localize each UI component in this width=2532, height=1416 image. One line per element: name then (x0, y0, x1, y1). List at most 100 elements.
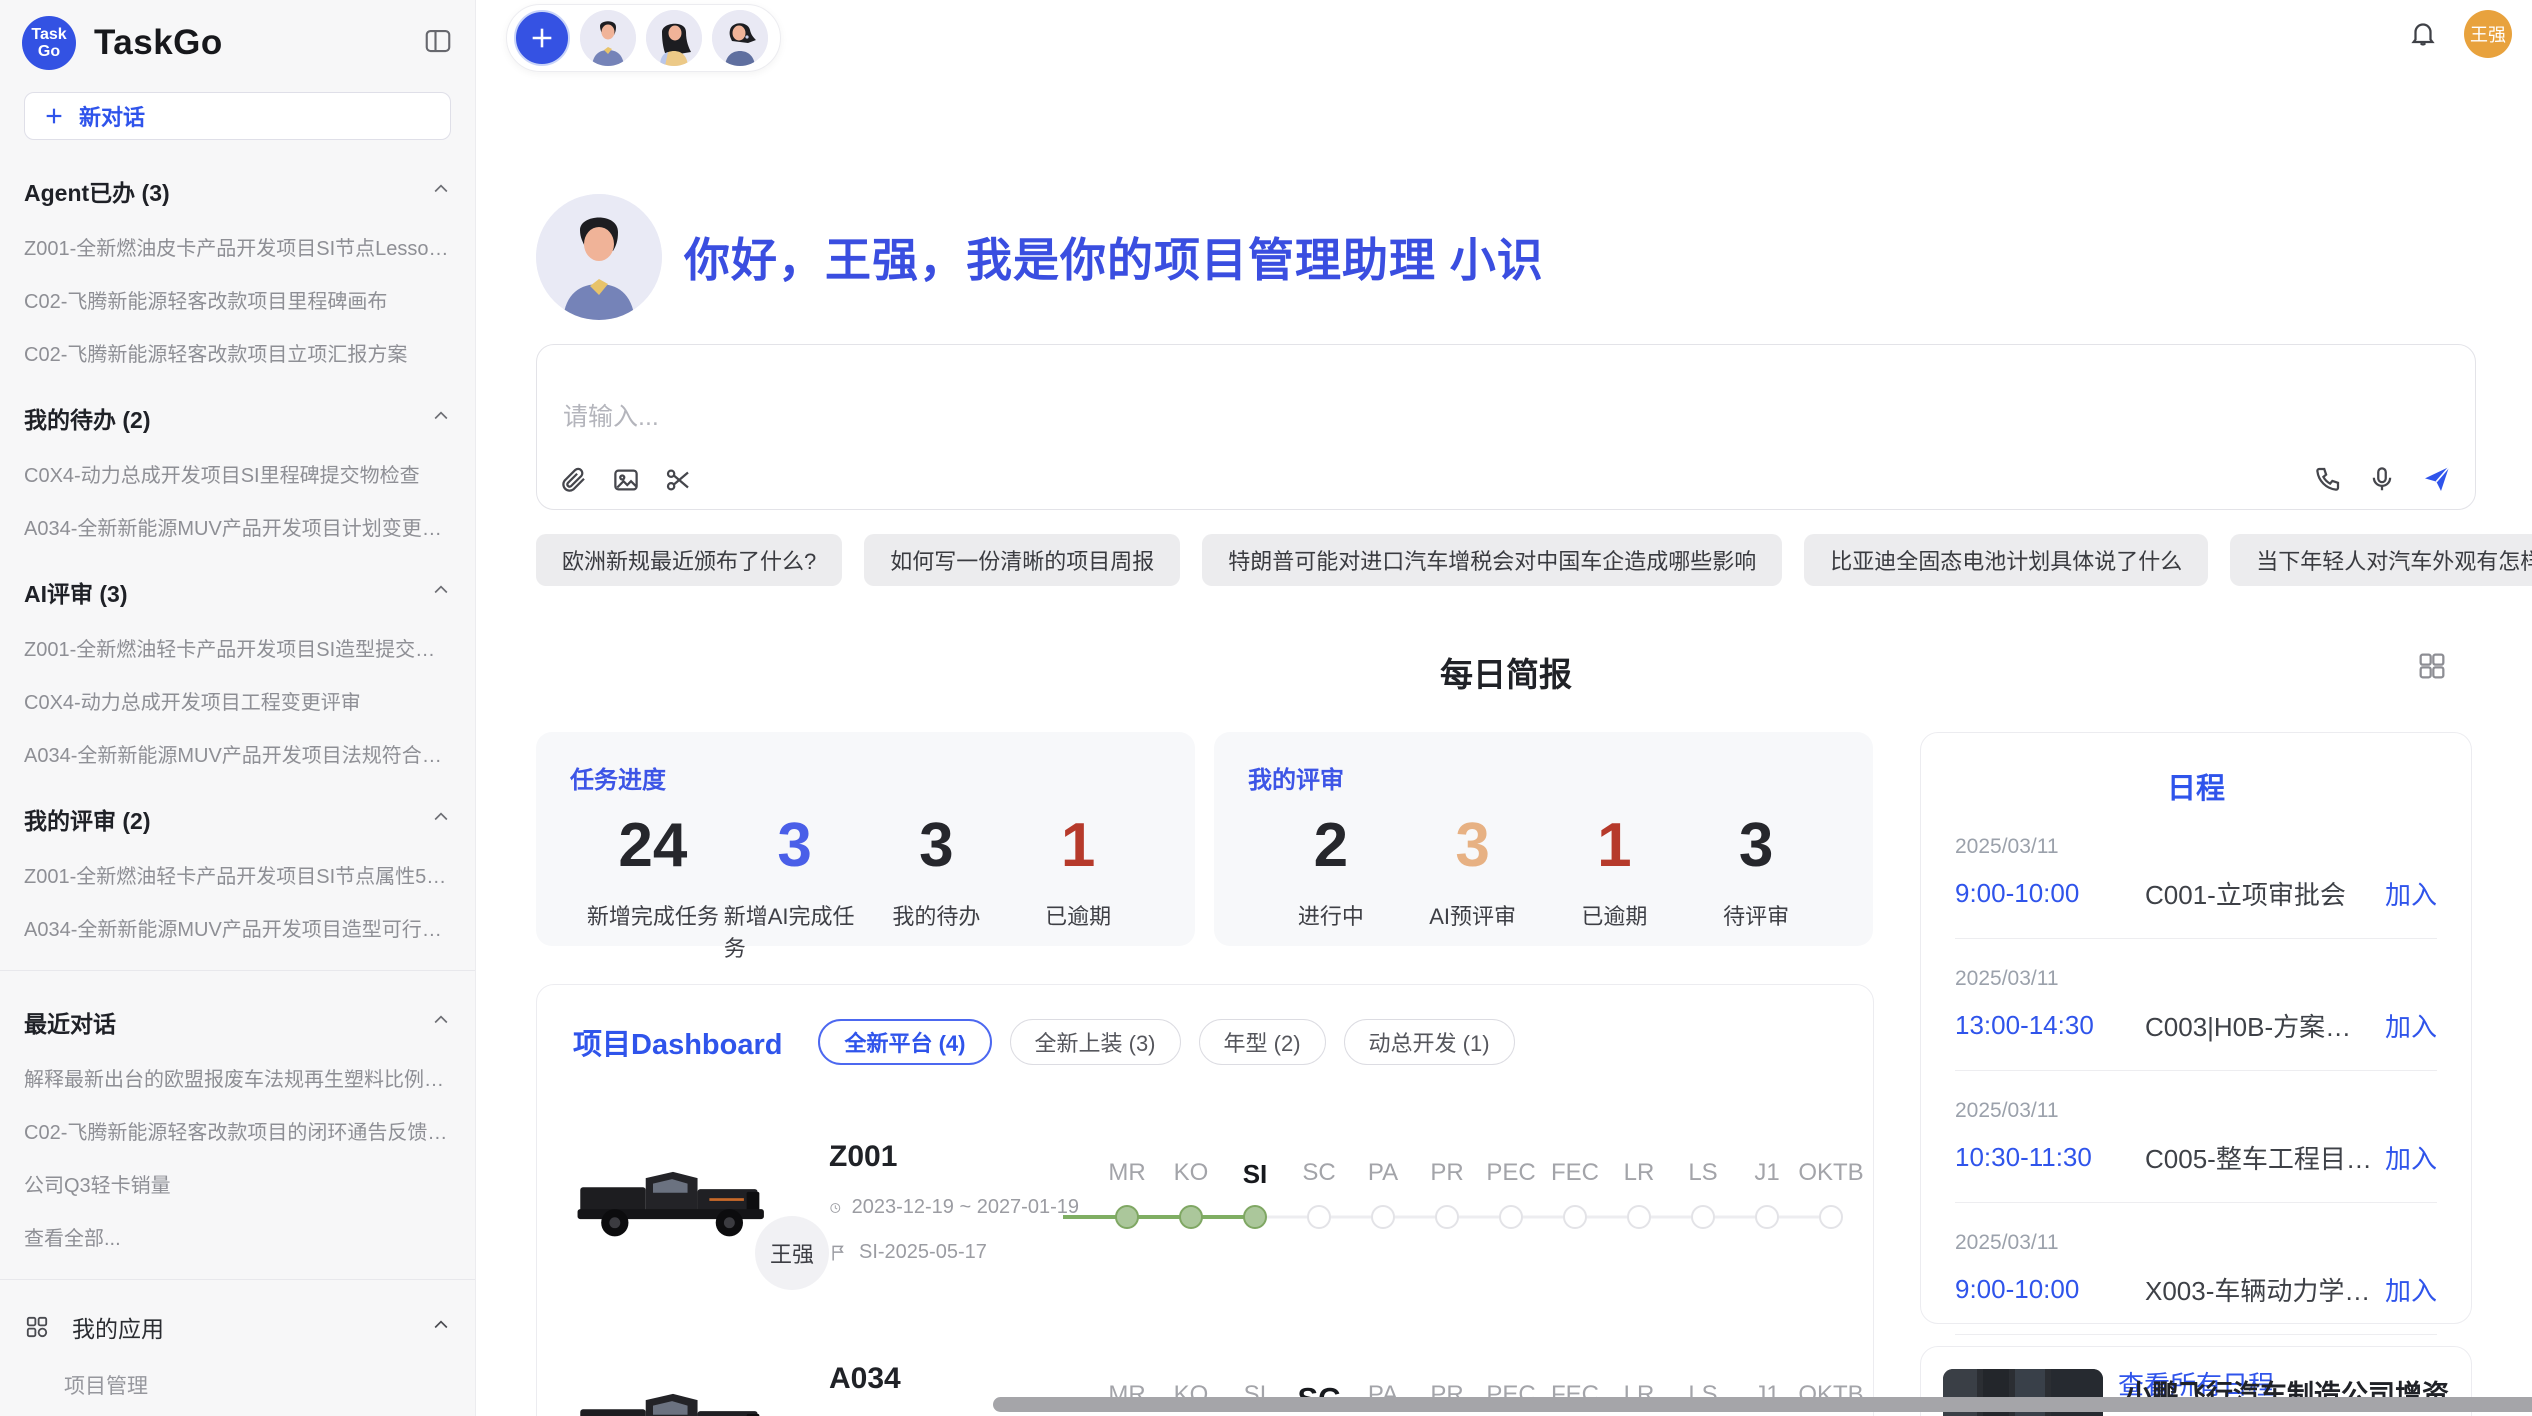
schedule-event-title: C001-立项审批会 (2145, 875, 2373, 912)
stat-in-progress: 2进行中 (1260, 809, 1402, 931)
sidebar-task-item[interactable]: Z001-全新燃油皮卡产品开发项目SI节点Lesson Learn报告 (24, 232, 451, 261)
section-my-todo[interactable]: 我的待办 (2) (24, 401, 451, 435)
add-agent-button[interactable] (514, 10, 570, 66)
stat-review-overdue: 1已逾期 (1544, 809, 1686, 931)
user-avatar[interactable]: 王强 (2464, 10, 2512, 58)
milestone: PEC (1479, 1159, 1543, 1239)
section-recent-chats[interactable]: 最近对话 (24, 1005, 451, 1039)
sidebar-task-item[interactable]: C0X4-动力总成开发项目SI里程碑提交物检查 (24, 459, 451, 488)
left-column: 任务进度 24新增完成任务 3新增AI完成任务 3我的待办 1已逾期 我的评审 (536, 732, 1874, 1416)
tab-new-platform[interactable]: 全新平台 (4) (818, 1019, 991, 1065)
suggestion-chip[interactable]: 如何写一份清晰的项目周报 (864, 534, 1180, 586)
tab-powertrain[interactable]: 动总开发 (1) (1344, 1019, 1515, 1065)
truck-image (573, 1141, 773, 1259)
sidebar-task-item[interactable]: C02-飞腾新能源轻客改款项目里程碑画布 (24, 285, 451, 314)
flag-icon (829, 1243, 849, 1263)
schedule-title: 日程 (1955, 765, 2437, 807)
sidebar-collapse-icon[interactable] (423, 26, 453, 61)
suggestion-chip[interactable]: 当下年轻人对汽车外观有怎样的喜好趋势 (2230, 534, 2532, 586)
tab-new-body[interactable]: 全新上装 (3) (1010, 1019, 1181, 1065)
task-progress-card: 任务进度 24新增完成任务 3新增AI完成任务 3我的待办 1已逾期 (536, 732, 1195, 946)
chevron-up-icon[interactable] (431, 1009, 451, 1036)
greeting-text: 你好，王强，我是你的项目管理助理 小识 (684, 224, 1544, 290)
recent-chat-item[interactable]: 解释最新出台的欧盟报废车法规再生塑料比例被调至15%... (24, 1063, 451, 1092)
image-icon[interactable] (611, 465, 641, 495)
dashboard-title: 项目Dashboard (573, 1021, 782, 1063)
layout-grid-icon[interactable] (2416, 650, 2448, 687)
agent-avatar-3[interactable] (712, 10, 768, 66)
assistant-avatar (536, 194, 662, 320)
chevron-up-icon[interactable] (431, 806, 451, 833)
chevron-up-icon[interactable] (431, 405, 451, 432)
milestone: PA (1351, 1159, 1415, 1239)
stat-overdue: 1已逾期 (1007, 809, 1149, 963)
stat-new-ai-done: 3新增AI完成任务 (724, 809, 866, 963)
section-ai-review[interactable]: AI评审 (3) (24, 575, 451, 609)
project-row: 王强 Z001 2023-12-19 ~ 2027-01-19 (573, 1117, 1837, 1287)
chat-input-box (536, 344, 2476, 510)
milestone: FEC (1543, 1159, 1607, 1239)
milestone: SC (1287, 1159, 1351, 1239)
schedule-time: 9:00-10:00 (1955, 1274, 2145, 1305)
section-my-review[interactable]: 我的评审 (2) (24, 802, 451, 836)
tab-year-model[interactable]: 年型 (2) (1199, 1019, 1326, 1065)
my-apps-label: 我的应用 (72, 1310, 164, 1344)
sidebar-task-item[interactable]: A034-全新新能源MUV产品开发项目造型可行性评审 (24, 913, 451, 942)
send-icon[interactable] (2421, 463, 2453, 495)
join-link[interactable]: 加入 (2385, 1271, 2437, 1308)
agent-avatar-2[interactable] (646, 10, 702, 66)
stat-my-todo: 3我的待办 (866, 809, 1008, 963)
milestone: LS (1671, 1159, 1735, 1239)
chevron-up-icon[interactable] (431, 178, 451, 205)
sidebar-task-item[interactable]: Z001-全新燃油轻卡产品开发项目SI造型提交物评审 (24, 633, 451, 662)
project-code: A034 (829, 1362, 1079, 1396)
project-dates: 2023-12-19 ~ 2027-01-19 (829, 1196, 1079, 1219)
recent-view-all[interactable]: 查看全部... (24, 1222, 451, 1251)
card-title: 我的评审 (1248, 760, 1839, 795)
clock-icon (829, 1198, 842, 1218)
join-link[interactable]: 加入 (2385, 1139, 2437, 1176)
section-agent-done[interactable]: Agent已办 (3) (24, 174, 451, 208)
microphone-icon[interactable] (2367, 464, 2397, 494)
horizontal-scrollbar[interactable] (993, 1397, 2532, 1412)
dashboard-tabs: 全新平台 (4) 全新上装 (3) 年型 (2) 动总开发 (1) (818, 1019, 1514, 1065)
divider (1955, 1334, 2437, 1335)
suggestion-chip[interactable]: 比亚迪全固态电池计划具体说了什么 (1804, 534, 2208, 586)
sidebar-task-item[interactable]: C0X4-动力总成开发项目工程变更评审 (24, 686, 451, 715)
main-content: 你好，王强，我是你的项目管理助理 小识 (476, 72, 2532, 1416)
stat-pending-review: 3待评审 (1685, 809, 1827, 931)
sidebar-task-item[interactable]: A034-全新新能源MUV产品开发项目法规符合性评审 (24, 739, 451, 768)
notification-bell-icon[interactable] (2408, 17, 2438, 52)
attachment-icon[interactable] (559, 465, 589, 495)
chevron-up-icon[interactable] (431, 579, 451, 606)
join-link[interactable]: 加入 (2385, 875, 2437, 912)
suggestion-chip[interactable]: 欧洲新规最近颁布了什么? (536, 534, 842, 586)
scissors-icon[interactable] (663, 465, 693, 495)
sidebar-task-item[interactable]: C02-飞腾新能源轻客改款项目立项汇报方案 (24, 338, 451, 367)
agent-avatar-1[interactable] (580, 10, 636, 66)
right-column: 日程 2025/03/11 9:00-10:00 C001-立项审批会 加入 2 (1920, 732, 2472, 1416)
schedule-item: 2025/03/11 9:00-10:00 C001-立项审批会 加入 (1955, 835, 2437, 912)
app-item-project-mgmt[interactable]: 项目管理 (64, 1370, 451, 1400)
recent-chat-item[interactable]: 公司Q3轻卡销量 (24, 1169, 451, 1198)
recent-chat-item[interactable]: C02-飞腾新能源轻客改款项目的闭环通告反馈情况 (24, 1116, 451, 1145)
chevron-up-icon[interactable] (431, 1314, 451, 1341)
join-link[interactable]: 加入 (2385, 1007, 2437, 1044)
section-title: AI评审 (3) (24, 575, 128, 609)
project-code: Z001 (829, 1140, 1079, 1174)
sidebar-item-my-apps[interactable]: 我的应用 (24, 1310, 451, 1344)
daily-briefing-title: 每日简报 (536, 648, 2476, 696)
sidebar-task-item[interactable]: A034-全新新能源MUV产品开发项目计划变更表编写 (24, 512, 451, 541)
phone-icon[interactable] (2313, 464, 2343, 494)
chat-input[interactable] (563, 403, 2260, 432)
milestone: OKTB (1799, 1159, 1863, 1239)
new-chat-button[interactable]: 新对话 (24, 92, 451, 140)
schedule-time: 13:00-14:30 (1955, 1010, 2145, 1041)
sidebar-task-item[interactable]: Z001-全新燃油轻卡产品开发项目SI节点属性5D文件评审 (24, 860, 451, 889)
logo-text-bottom: Go (38, 43, 60, 60)
divider (0, 1279, 475, 1280)
suggestion-chips: 欧洲新规最近颁布了什么? 如何写一份清晰的项目周报 特朗普可能对进口汽车增税会对… (536, 534, 2476, 586)
truck-image (573, 1363, 773, 1416)
schedule-event-title: C003|H0B-方案冻结评审 (2145, 1007, 2373, 1044)
suggestion-chip[interactable]: 特朗普可能对进口汽车增税会对中国车企造成哪些影响 (1202, 534, 1782, 586)
